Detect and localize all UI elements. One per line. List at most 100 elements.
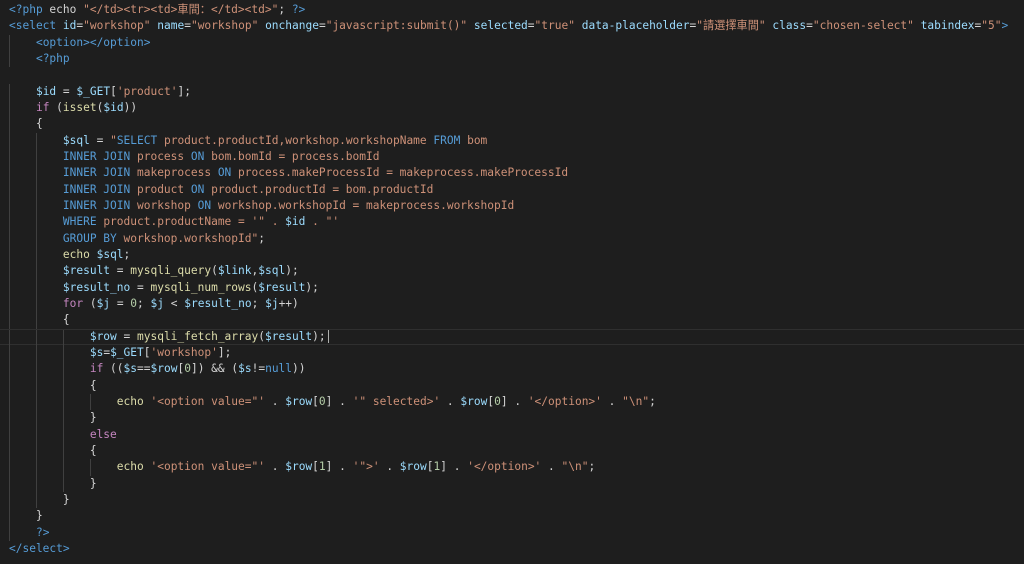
code-token: 1 [318,460,326,474]
code-line[interactable]: echo $sql; [0,246,1024,264]
code-line[interactable]: } [0,508,1024,525]
code-token: ON [217,166,232,180]
code-token: . [440,394,461,408]
code-token: = [110,264,131,278]
code-token: ; [137,296,151,310]
code-token: $result_no [184,296,252,310]
code-token: $sql [258,264,286,278]
code-token: isset [62,100,97,114]
code-line[interactable]: WHERE product.productName = '" . $id . "… [0,214,1024,231]
code-token: '</option>' [527,394,602,408]
code-line[interactable]: if (($s==$row[0]) && ($s!=null)) [0,361,1024,378]
code-line[interactable]: </select> [0,541,1024,557]
code-token: ; [278,3,292,16]
code-token: ]) && ( [190,362,239,376]
code-line[interactable]: { [0,116,1024,133]
code-token: 0 [318,394,326,408]
code-line[interactable]: $result_no = mysqli_num_rows($result); [0,279,1024,296]
code-token: " [110,133,117,147]
code-token: 0 [494,394,501,408]
code-line[interactable]: for ($j = 0; $j < $result_no; $j++) [0,295,1024,313]
code-token: != [251,362,266,376]
code-line[interactable]: INNER JOIN process ON bom.bomId = proces… [0,148,1024,166]
code-line[interactable]: $row = mysqli_fetch_array($result); [0,328,1024,346]
code-line[interactable]: } [0,475,1024,492]
code-text: } [9,508,43,524]
code-text: if (($s==$row[0]) && ($s!=null)) [9,361,306,377]
code-token: else [89,427,117,441]
code-line[interactable]: { [0,442,1024,460]
code-line[interactable]: { [0,312,1024,329]
code-line[interactable]: echo '<option value="' . $row[0] . '" se… [0,393,1024,411]
code-token: ; [251,296,266,310]
code-line[interactable]: <?php [0,50,1024,68]
code-token: $row [285,394,313,408]
code-line[interactable]: $id = $_GET['product']; [0,83,1024,100]
code-line[interactable]: <?php echo "</td><tr><td>車間：</td><td>"; … [0,2,1024,18]
code-token: $id [35,84,57,98]
code-line[interactable]: else [0,426,1024,443]
code-token: "javascript:submit()" [325,19,468,33]
code-text: <?php echo "</td><tr><td>車間：</td><td>"; … [9,2,305,18]
code-token: $row [89,329,117,343]
code-token: "請選擇車間" [696,19,766,33]
code-token: ]; [217,345,232,359]
code-text: <select id="workshop" name="workshop" on… [9,18,1008,34]
code-line[interactable]: INNER JOIN makeprocess ON process.makePr… [0,165,1024,182]
code-token: ON [190,149,205,163]
code-line[interactable]: if (isset($id)) [0,99,1024,117]
code-token: class [772,19,807,33]
code-token: . "' [305,215,340,229]
code-line[interactable]: $result = mysqli_query($link,$sql); [0,263,1024,280]
code-line[interactable]: echo '<option value="' . $row[1] . '">' … [0,459,1024,476]
code-line[interactable]: ?> [0,524,1024,541]
code-line[interactable]: GROUP BY workshop.workshopId"; [0,230,1024,247]
code-line[interactable]: INNER JOIN product ON product.productId … [0,181,1024,198]
code-text: echo '<option value="' . $row[1] . '">' … [9,459,595,475]
code-token: "chosen-select" [812,19,914,33]
code-token: <?php [35,51,70,65]
code-line[interactable]: $sql = "SELECT product.productId,worksho… [0,132,1024,149]
code-token: [ [110,84,117,98]
code-line[interactable]: $s=$_GET['workshop']; [0,344,1024,362]
code-token: = [527,19,535,33]
code-line[interactable]: } [0,491,1024,509]
code-token: ; [123,247,131,261]
code-text: { [9,116,43,132]
code-token: "workshop" [83,19,151,33]
code-text: $s=$_GET['workshop']; [9,345,232,361]
code-token: = [56,84,77,98]
code-token: ] . [440,460,468,474]
code-line[interactable]: INNER JOIN workshop ON workshop.workshop… [0,197,1024,215]
code-token: process.makeProcessId = makeprocess.make… [231,166,569,180]
code-token: ); [305,280,319,294]
code-line[interactable]: { [0,377,1024,394]
code-token: = [89,133,111,147]
code-text: if (isset($id)) [9,100,137,116]
code-line[interactable]: } [0,410,1024,427]
code-text: $id = $_GET['product']; [9,84,191,100]
code-text: $result_no = mysqli_num_rows($result); [9,280,319,296]
code-line[interactable]: <option></option> [0,34,1024,51]
code-token: id [62,19,77,33]
code-line[interactable] [0,67,1024,83]
code-token: ON [190,182,205,196]
code-editor[interactable]: <?php echo "</td><tr><td>車間：</td><td>"; … [0,0,1024,564]
code-token: ] . [500,394,528,408]
code-token: <?php [9,3,43,16]
code-token: '" selected>' [352,394,441,408]
code-token: $row [460,394,488,408]
code-token: echo [116,460,144,474]
code-token: "true" [534,19,575,33]
code-token: ); [285,264,299,278]
code-token: $row [399,460,427,474]
code-token: ON [197,198,212,212]
code-line[interactable]: <select id="workshop" name="workshop" on… [0,18,1024,34]
code-token: data-placeholder [581,19,690,33]
